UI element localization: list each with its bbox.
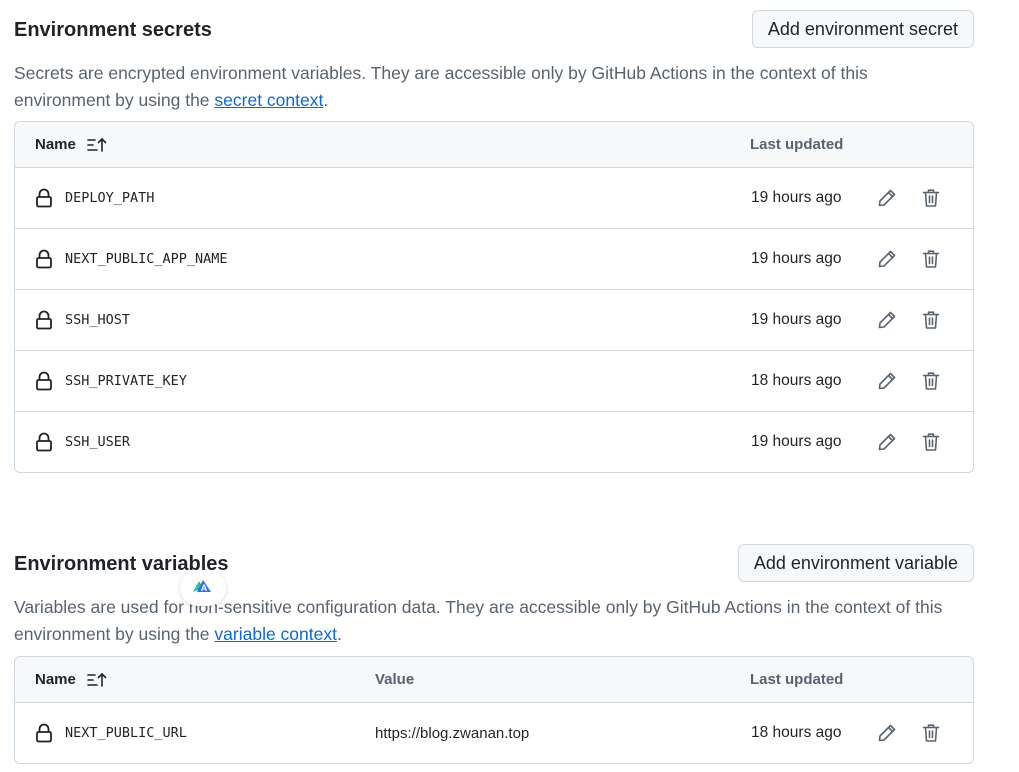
variable-name: NEXT_PUBLIC_URL (65, 725, 187, 741)
sort-ascending-icon[interactable] (86, 672, 108, 688)
variables-description-end: . (336, 624, 342, 644)
secret-context-link[interactable]: secret context (214, 90, 323, 110)
variable-value: https://blog.zwanan.top (375, 724, 530, 742)
pencil-icon[interactable] (877, 229, 897, 289)
secrets-title: Environment secrets (14, 19, 212, 41)
lock-icon (35, 703, 53, 763)
pencil-icon[interactable] (877, 351, 897, 411)
pencil-icon[interactable] (877, 703, 897, 763)
sort-ascending-icon[interactable] (86, 137, 108, 153)
lock-icon (35, 168, 53, 228)
lock-icon (35, 351, 53, 411)
trash-icon[interactable] (922, 703, 940, 763)
variable-context-link[interactable]: variable context (214, 624, 337, 644)
last-updated-column-header: Last updated (750, 136, 844, 153)
pencil-icon[interactable] (877, 168, 897, 228)
secrets-section: Environment secrets Add environment secr… (14, 10, 974, 114)
variables-table-body: NEXT_PUBLIC_URL https://blog.zwanan.top 18… (15, 703, 973, 763)
secret-name: SSH_HOST (65, 312, 131, 328)
variables-table: Name Value Last updated NEXT_PUBLIC_URL h… (14, 656, 974, 764)
variables-section: Environment variables Add environment va… (14, 544, 974, 648)
lock-icon (35, 412, 53, 472)
svg-text:A: A (201, 583, 208, 593)
pencil-icon[interactable] (877, 412, 897, 472)
table-row: DEPLOY_PATH 19 hours ago (15, 168, 973, 229)
name-column-header: Name (35, 122, 108, 167)
table-row: SSH_HOST 19 hours ago (15, 290, 973, 351)
variable-name-header-label: Name (35, 671, 76, 688)
secret-name: DEPLOY_PATH (65, 190, 155, 206)
last-updated: 19 hours ago (751, 433, 842, 450)
value-column-header: Value (375, 671, 415, 688)
variables-description: Variables are used for non-sensitive con… (14, 594, 964, 648)
last-updated: 19 hours ago (751, 311, 842, 328)
last-updated: 18 hours ago (751, 724, 842, 741)
variables-table-header: Name Value Last updated (15, 657, 973, 703)
secrets-description-end: . (323, 90, 329, 110)
last-updated: 19 hours ago (751, 250, 842, 267)
variable-name-column-header: Name (35, 657, 108, 702)
trash-icon[interactable] (922, 290, 940, 350)
secret-name: NEXT_PUBLIC_APP_NAME (65, 251, 228, 267)
pencil-icon[interactable] (877, 290, 897, 350)
table-row: SSH_PRIVATE_KEY 18 hours ago (15, 351, 973, 412)
trash-icon[interactable] (922, 412, 940, 472)
secret-name: SSH_PRIVATE_KEY (65, 373, 187, 389)
secrets-description-text: Secrets are encrypted environment variab… (14, 63, 868, 110)
name-header-label: Name (35, 136, 76, 153)
add-environment-variable-button[interactable]: Add environment variable (737, 544, 974, 582)
secrets-description: Secrets are encrypted environment variab… (14, 60, 964, 114)
secrets-table: Name Last updated DEPLOY_PATH 19 hours ag… (14, 121, 974, 473)
secrets-table-body: DEPLOY_PATH 19 hours ago NEXT_PUBLIC_APP_N… (15, 168, 973, 472)
secret-name: SSH_USER (65, 434, 131, 450)
variables-description-text: Variables are used for non-sensitive con… (14, 597, 943, 644)
add-environment-secret-button[interactable]: Add environment secret (751, 10, 974, 48)
table-row: NEXT_PUBLIC_APP_NAME 19 hours ago (15, 229, 973, 290)
translate-extension-icon: A (190, 577, 216, 600)
last-updated: 19 hours ago (751, 189, 842, 206)
last-updated: 18 hours ago (751, 372, 842, 389)
trash-icon[interactable] (922, 168, 940, 228)
variables-header: Environment variables Add environment va… (14, 544, 974, 584)
translate-extension-badge[interactable]: A (180, 570, 226, 606)
table-row: SSH_USER 19 hours ago (15, 412, 973, 472)
trash-icon[interactable] (922, 351, 940, 411)
lock-icon (35, 229, 53, 289)
trash-icon[interactable] (922, 229, 940, 289)
table-row: NEXT_PUBLIC_URL https://blog.zwanan.top 18… (15, 703, 973, 763)
secrets-header: Environment secrets Add environment secr… (14, 10, 974, 50)
variable-last-updated-column-header: Last updated (750, 671, 844, 688)
lock-icon (35, 290, 53, 350)
secrets-table-header: Name Last updated (15, 122, 973, 168)
